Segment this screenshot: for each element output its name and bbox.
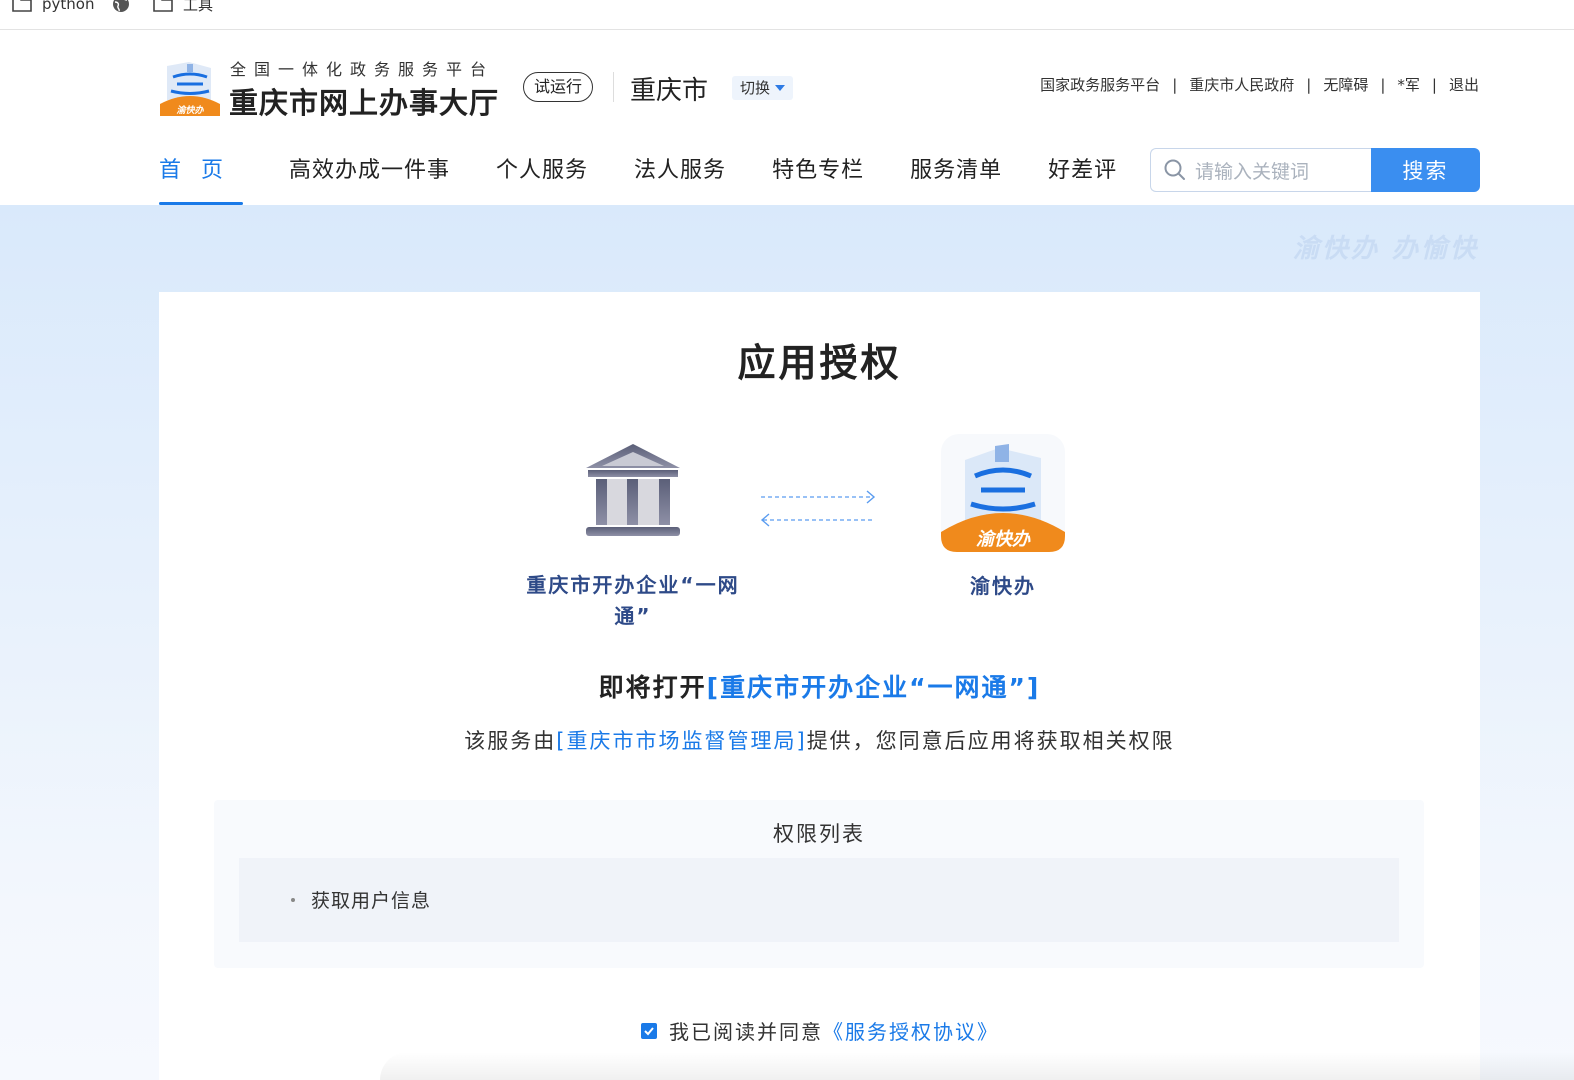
bookmark-label: 工具	[183, 0, 214, 14]
link-national-platform[interactable]: 国家政务服务平台	[1040, 74, 1160, 95]
search-button[interactable]: 搜索	[1370, 148, 1480, 192]
city-switch-button[interactable]: 切换	[732, 76, 794, 100]
provider-suffix: 提供，您同意后应用将获取相关权限	[806, 729, 1175, 753]
exchange-arrows-icon	[760, 490, 876, 527]
permission-label: 获取用户信息	[311, 890, 432, 912]
folder-icon	[153, 0, 173, 12]
logout-link[interactable]: 退出	[1449, 74, 1479, 95]
site-search: 请输入关键词 搜索	[1150, 148, 1480, 192]
main-nav: 首页 高效办成一件事 个人服务 法人服务 特色专栏 服务清单 好差评	[159, 152, 1163, 205]
link-separator: |	[1431, 75, 1437, 94]
brand-title[interactable]: 重庆市网上办事大厅	[229, 80, 499, 122]
bookmarks-bar: python 工具	[0, 0, 1574, 30]
top-links: 国家政务服务平台 | 重庆市人民政府 | 无障碍 | *军 | 退出	[1040, 74, 1479, 95]
permissions-title: 权限列表	[773, 822, 865, 846]
link-city-government[interactable]: 重庆市人民政府	[1189, 74, 1294, 95]
provider-prefix: 该服务由	[464, 729, 557, 753]
nav-item-home[interactable]: 首页	[159, 152, 244, 205]
list-item: 获取用户信息	[291, 886, 431, 913]
agreement-link[interactable]: 《服务授权协议》	[823, 1016, 999, 1045]
yukuaiban-app-icon: 渝快办	[941, 434, 1065, 552]
agreement-row: 我已阅读并同意 《服务授权协议》	[641, 1016, 999, 1045]
svg-text:渝快办: 渝快办	[176, 105, 204, 116]
provider-description: 该服务由[重庆市市场监督管理局]提供，您同意后应用将获取相关权限	[159, 725, 1480, 755]
search-input[interactable]: 请输入关键词	[1150, 148, 1371, 192]
bookmark-globe[interactable]	[112, 0, 140, 14]
link-separator: |	[1172, 75, 1178, 94]
search-icon	[1164, 159, 1185, 180]
link-separator: |	[1380, 75, 1386, 94]
brand-subtitle: 全国一体化政务服务平台	[230, 60, 495, 79]
agree-checkbox[interactable]	[641, 1022, 657, 1039]
svg-text:渝快办: 渝快办	[976, 529, 1031, 550]
permissions-list: 获取用户信息	[239, 858, 1399, 942]
nav-item-corporate-services[interactable]: 法人服务	[634, 152, 726, 205]
globe-icon	[113, 0, 129, 12]
open-app-heading: 即将打开[重庆市开办企业“一网通”]	[159, 668, 1480, 704]
nav-item-featured-columns[interactable]: 特色专栏	[772, 152, 864, 205]
page-title: 应用授权	[737, 341, 902, 385]
banner-slogan: 渝快办 办愉快	[1292, 234, 1479, 264]
nav-item-ratings[interactable]: 好差评	[1048, 152, 1117, 205]
link-accessibility[interactable]: 无障碍	[1323, 74, 1368, 95]
bookmark-label: python	[42, 0, 95, 13]
nav-item-one-thing[interactable]: 高效办成一件事	[289, 152, 450, 205]
authorization-card: 应用授权 渝快办 重庆市开办企业“一网通” 渝快办 即将打开[重庆市开办企业“一…	[159, 292, 1480, 1080]
bottom-panel-shadow	[380, 1052, 1574, 1080]
current-city: 重庆市	[630, 76, 709, 106]
provider-name: [重庆市市场监督管理局]	[556, 729, 807, 753]
nav-item-service-list[interactable]: 服务清单	[910, 152, 1002, 205]
government-building-icon	[586, 444, 680, 536]
trial-badge: 试运行	[523, 72, 594, 102]
permissions-panel: 权限列表 获取用户信息	[214, 800, 1424, 968]
site-header: 渝快办 全国一体化政务服务平台 重庆市网上办事大厅 试运行 重庆市 切换 国家政…	[0, 30, 1574, 205]
header-divider	[613, 72, 614, 102]
link-separator: |	[1306, 75, 1312, 94]
nav-item-personal-services[interactable]: 个人服务	[496, 152, 588, 205]
target-app-name: 重庆市开办企业“一网通”	[526, 573, 740, 628]
bookmark-tools[interactable]: 工具	[153, 0, 213, 14]
checkmark-icon	[644, 1026, 654, 1035]
search-placeholder: 请输入关键词	[1195, 160, 1310, 183]
caret-down-icon	[775, 85, 786, 91]
open-prefix: 即将打开	[598, 673, 707, 702]
bullet-icon	[291, 897, 295, 902]
user-name-link[interactable]: *军	[1397, 74, 1420, 95]
bookmark-python[interactable]: python	[12, 0, 94, 14]
city-switch-label: 切换	[740, 79, 771, 97]
yukuaiban-logo-icon: 渝快办	[160, 62, 220, 116]
folder-icon	[12, 0, 32, 12]
agree-text: 我已阅读并同意	[669, 1020, 823, 1044]
open-target-app: [重庆市开办企业“一网通”]	[706, 673, 1041, 702]
source-app-name: 渝快办	[970, 574, 1036, 598]
